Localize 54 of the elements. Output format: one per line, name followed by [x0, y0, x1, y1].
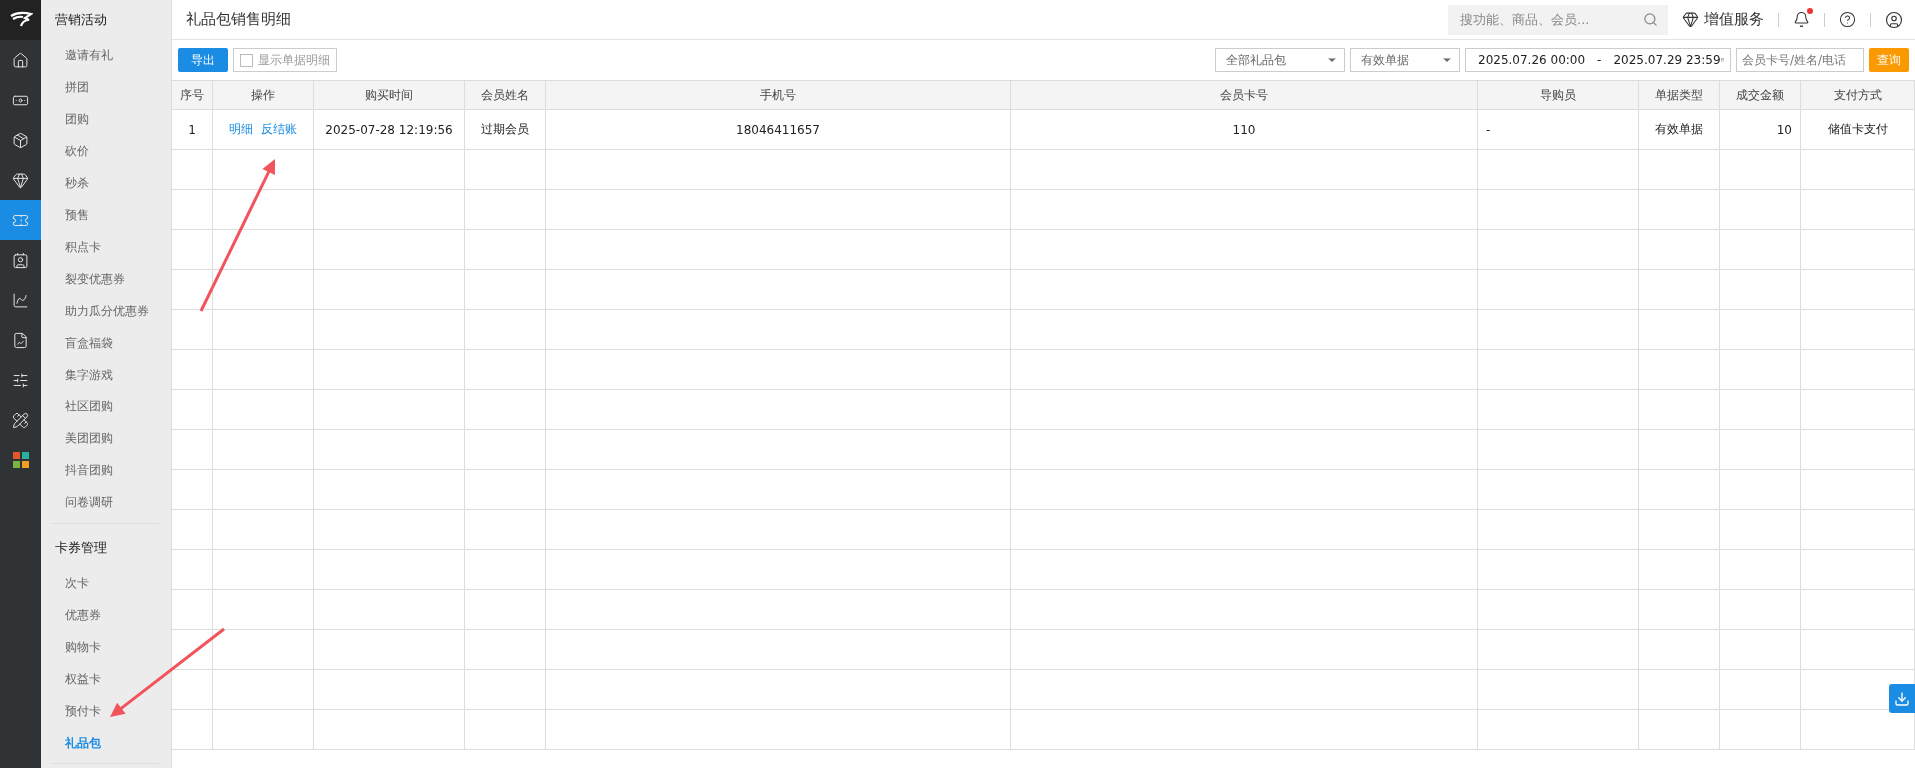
sidebar-item[interactable]: 裂变优惠券 [51, 263, 159, 296]
sidebar-item[interactable]: 美团团购 [51, 422, 159, 455]
sidebar-item[interactable]: 积点卡 [51, 231, 159, 264]
sidebar-group-title: 营销活动 [54, 10, 108, 29]
status-select[interactable]: 有效单据 [1350, 48, 1460, 72]
sidebar-item[interactable]: 购物卡 [51, 631, 159, 664]
table-cell: 储值卡支付 [1801, 110, 1915, 150]
sidebar-item[interactable]: 秒杀 [51, 167, 159, 200]
column-header: 操作 [213, 80, 314, 110]
sidebar-item[interactable]: 预售 [51, 199, 159, 232]
table-cell: 2025-07-28 12:19:56 [314, 110, 465, 150]
action-link[interactable]: 明细 [229, 121, 253, 138]
sidebar-item[interactable]: 抖音团购 [51, 454, 159, 487]
sidebar-item[interactable]: 权益卡 [51, 663, 159, 696]
sidebar-item[interactable]: 礼品包 [51, 727, 159, 760]
sidebar-item[interactable]: 预付卡 [51, 695, 159, 728]
date-range-field[interactable]: 2025.07.26 00:00 - 2025.07.29 23:59 [1465, 48, 1731, 72]
search-field[interactable]: 搜功能、商品、会员... [1448, 4, 1668, 35]
table-cell: 1 [172, 110, 213, 150]
sidebar-item[interactable]: 助力瓜分优惠券 [51, 295, 159, 328]
table-cell: 18046411657 [546, 110, 1011, 150]
export-button[interactable]: 导出 [178, 48, 228, 72]
column-header: 手机号 [546, 80, 1011, 110]
column-header: 会员卡号 [1011, 80, 1478, 110]
column-header: 序号 [172, 80, 213, 110]
show-detail-checkbox[interactable]: 显示单据明细 [233, 48, 337, 72]
column-header: 购买时间 [314, 80, 465, 110]
sidebar-item[interactable]: 拼团 [51, 71, 159, 104]
member-search-field[interactable]: 会员卡号/姓名/电话 [1736, 48, 1864, 72]
sidebar-item[interactable]: 集字游戏 [51, 359, 159, 392]
column-header: 成交金额 [1720, 80, 1801, 110]
page-title: 礼品包销售明细 [186, 10, 292, 29]
column-header: 导购员 [1478, 80, 1639, 110]
checkbox-label: 显示单据明细 [258, 51, 330, 69]
table-cell: 过期会员 [465, 110, 546, 150]
action-link[interactable]: 反结账 [261, 121, 297, 138]
package-select[interactable]: 全部礼品包 [1215, 48, 1345, 72]
sidebar-item[interactable]: 砍价 [51, 135, 159, 168]
sidebar-item[interactable]: 邀请有礼 [51, 39, 159, 72]
sidebar-item[interactable]: 团购 [51, 103, 159, 136]
table-cell: 110 [1011, 110, 1478, 150]
column-header: 单据类型 [1639, 80, 1720, 110]
table-cell: - [1478, 110, 1639, 150]
column-header: 支付方式 [1801, 80, 1915, 110]
sidebar-group-title: 卡券管理 [54, 538, 108, 557]
sidebar-item[interactable]: 盲盒福袋 [51, 327, 159, 360]
table-cell: 10 [1720, 110, 1801, 150]
sidebar-item[interactable]: 优惠券 [51, 599, 159, 632]
sidebar-item[interactable]: 问卷调研 [51, 486, 159, 519]
value-service-link[interactable]: 增值服务 [1682, 10, 1764, 29]
sidebar-item[interactable]: 社区团购 [51, 391, 159, 423]
column-header: 会员姓名 [465, 80, 546, 110]
sidebar-item[interactable]: 次卡 [51, 567, 159, 600]
table-cell: 有效单据 [1639, 110, 1720, 150]
